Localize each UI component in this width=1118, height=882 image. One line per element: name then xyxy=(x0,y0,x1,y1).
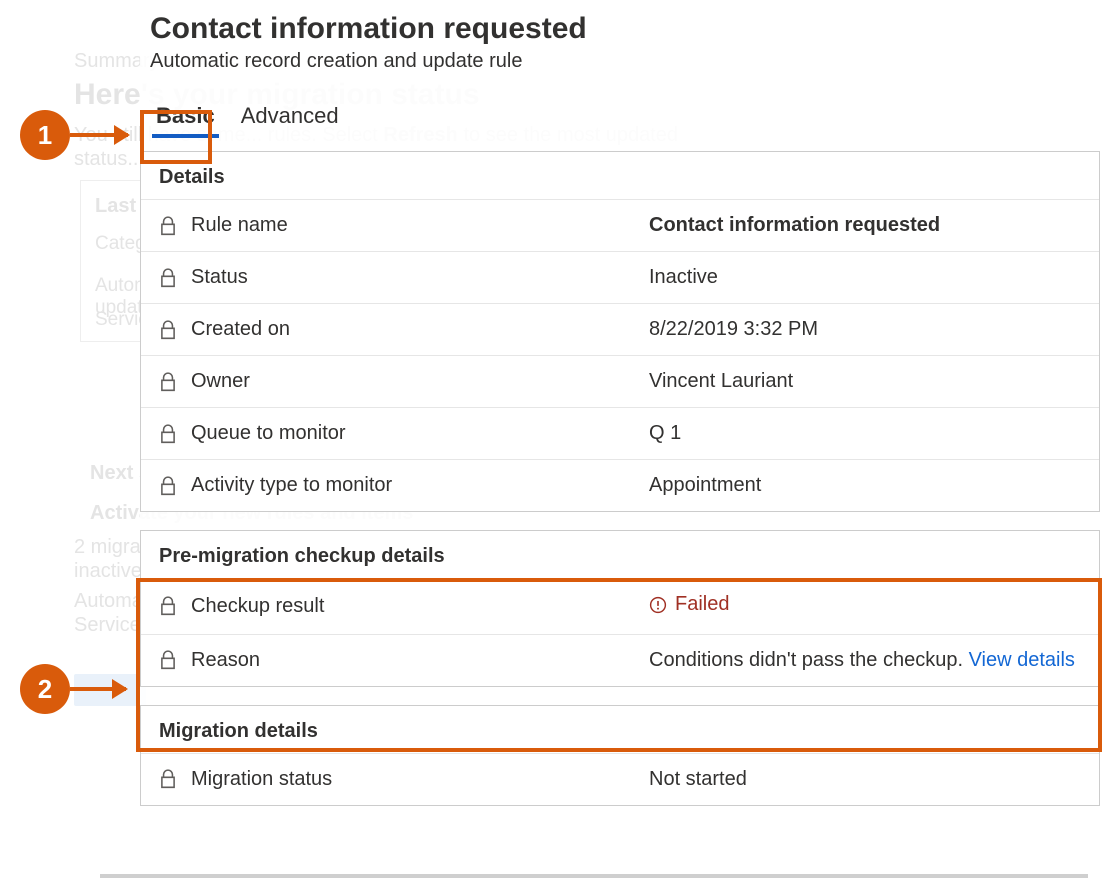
lock-icon xyxy=(159,372,177,392)
details-card: Details Rule name Contact information re… xyxy=(140,151,1100,512)
callout-arrow-1 xyxy=(70,133,128,137)
details-card-title: Details xyxy=(159,166,1099,189)
callout-badge-2: 2 xyxy=(20,664,70,714)
tab-basic[interactable]: Basic xyxy=(150,99,221,137)
row-migration-status: Migration status Not started xyxy=(141,753,1099,805)
error-icon xyxy=(649,596,667,614)
label-owner: Owner xyxy=(191,370,250,393)
value-queue: Q 1 xyxy=(649,422,1099,445)
lock-icon xyxy=(159,268,177,288)
migration-card-title: Migration details xyxy=(159,720,1099,743)
lock-icon xyxy=(159,476,177,496)
record-panel: Contact information requested Automatic … xyxy=(140,12,1100,806)
view-details-link[interactable]: View details xyxy=(969,649,1075,671)
lock-icon xyxy=(159,596,177,616)
bg-desc-line2: status... xyxy=(74,148,144,171)
value-activity-type: Appointment xyxy=(649,474,1099,497)
reason-text: Conditions didn't pass the checkup. xyxy=(649,649,969,671)
lock-icon xyxy=(159,424,177,444)
checkup-card: Pre-migration checkup details Checkup re… xyxy=(140,530,1100,687)
label-activity-type: Activity type to monitor xyxy=(191,474,392,497)
row-owner: Owner Vincent Lauriant xyxy=(141,355,1099,407)
callout-badge-1: 1 xyxy=(20,110,70,160)
value-migration-status: Not started xyxy=(649,768,1099,791)
row-status: Status Inactive xyxy=(141,251,1099,303)
page-title: Contact information requested xyxy=(150,12,1100,46)
label-status: Status xyxy=(191,266,248,289)
label-checkup-result: Checkup result xyxy=(191,595,324,618)
value-checkup-result: Failed xyxy=(649,593,729,616)
value-owner: Vincent Lauriant xyxy=(649,370,1099,393)
callout-arrow-2 xyxy=(70,687,126,691)
value-rule-name: Contact information requested xyxy=(649,214,1099,237)
value-status: Inactive xyxy=(649,266,1099,289)
tab-advanced[interactable]: Advanced xyxy=(235,99,345,137)
lock-icon xyxy=(159,650,177,670)
horizontal-scrollbar[interactable] xyxy=(100,874,1088,878)
lock-icon xyxy=(159,216,177,236)
value-reason: Conditions didn't pass the checkup. View… xyxy=(649,649,1099,672)
row-queue: Queue to monitor Q 1 xyxy=(141,407,1099,459)
migration-card: Migration details Migration status Not s… xyxy=(140,705,1100,806)
checkup-card-title: Pre-migration checkup details xyxy=(159,545,1099,568)
label-queue: Queue to monitor xyxy=(191,422,346,445)
value-created-on: 8/22/2019 3:32 PM xyxy=(649,318,1099,341)
page-subtitle: Automatic record creation and update rul… xyxy=(150,50,1100,73)
label-rule-name: Rule name xyxy=(191,214,288,237)
lock-icon xyxy=(159,769,177,789)
tabs: Basic Advanced xyxy=(150,99,1100,137)
row-activity-type: Activity type to monitor Appointment xyxy=(141,459,1099,511)
row-rule-name: Rule name Contact information requested xyxy=(141,199,1099,251)
label-migration-status: Migration status xyxy=(191,768,332,791)
row-reason: Reason Conditions didn't pass the checku… xyxy=(141,634,1099,686)
label-reason: Reason xyxy=(191,649,260,672)
row-created-on: Created on 8/22/2019 3:32 PM xyxy=(141,303,1099,355)
label-created-on: Created on xyxy=(191,318,290,341)
lock-icon xyxy=(159,320,177,340)
row-checkup-result: Checkup result Failed xyxy=(141,578,1099,634)
checkup-result-text: Failed xyxy=(675,593,729,616)
